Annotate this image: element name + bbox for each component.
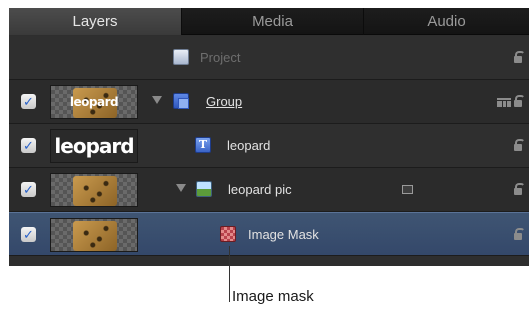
lock-icon[interactable] <box>514 51 525 63</box>
thumbnail-text-group: leopard <box>69 95 119 109</box>
lock-icon[interactable] <box>514 95 525 107</box>
thumbnail-image-mask <box>50 218 138 252</box>
layer-row-project[interactable]: Project <box>9 36 529 80</box>
layers-panel: Layers Media Audio Project ✓ leopard Gro… <box>9 8 529 266</box>
layer-row-leopard-text[interactable]: ✓ leopard T leopard <box>9 124 529 168</box>
lock-icon[interactable] <box>514 139 525 151</box>
image-mask-icon <box>220 226 236 242</box>
tab-audio[interactable]: Audio <box>364 8 529 35</box>
lock-icon[interactable] <box>514 228 525 240</box>
tab-bar: Layers Media Audio <box>9 8 529 35</box>
thumbnail-group: leopard <box>50 85 138 119</box>
leopard-photo-thumbnail <box>73 176 117 206</box>
layer-name-image-mask: Image Mask <box>248 227 319 242</box>
layer-row-leopard-pic[interactable]: ✓ leopard pic <box>9 168 529 212</box>
enable-checkbox-leopard-text[interactable]: ✓ <box>21 138 36 153</box>
layer-row-group[interactable]: ✓ leopard Group <box>9 80 529 124</box>
disclosure-triangle-icon[interactable] <box>152 96 162 104</box>
leopard-photo-thumbnail <box>73 221 117 251</box>
layer-name-project: Project <box>200 50 241 65</box>
enable-checkbox-image-mask[interactable]: ✓ <box>21 227 36 242</box>
enable-checkbox-leopard-pic[interactable]: ✓ <box>21 182 36 197</box>
thumbnail-leopard-text: leopard <box>50 129 138 163</box>
callout-label: Image mask <box>232 288 314 305</box>
layer-name-leopard-pic: leopard pic <box>228 182 292 197</box>
tab-media[interactable]: Media <box>182 8 364 35</box>
callout-line <box>229 246 230 302</box>
thumbnail-leopard-pic <box>50 173 138 207</box>
disclosure-triangle-icon[interactable] <box>176 184 186 192</box>
tab-layers[interactable]: Layers <box>9 8 182 35</box>
layer-name-leopard-text: leopard <box>227 138 271 153</box>
group-type-icon[interactable] <box>497 98 511 107</box>
image-layer-icon <box>196 181 212 197</box>
thumbnail-text-leopard: leopard <box>51 130 137 162</box>
mask-badge-icon[interactable] <box>402 185 413 194</box>
text-layer-icon: T <box>195 137 211 153</box>
group-icon <box>173 93 189 109</box>
project-icon <box>173 49 189 65</box>
lock-icon[interactable] <box>514 183 525 195</box>
layer-name-group: Group <box>206 94 243 109</box>
enable-checkbox-group[interactable]: ✓ <box>21 94 36 109</box>
layer-row-image-mask[interactable]: ✓ Image Mask <box>9 212 529 256</box>
